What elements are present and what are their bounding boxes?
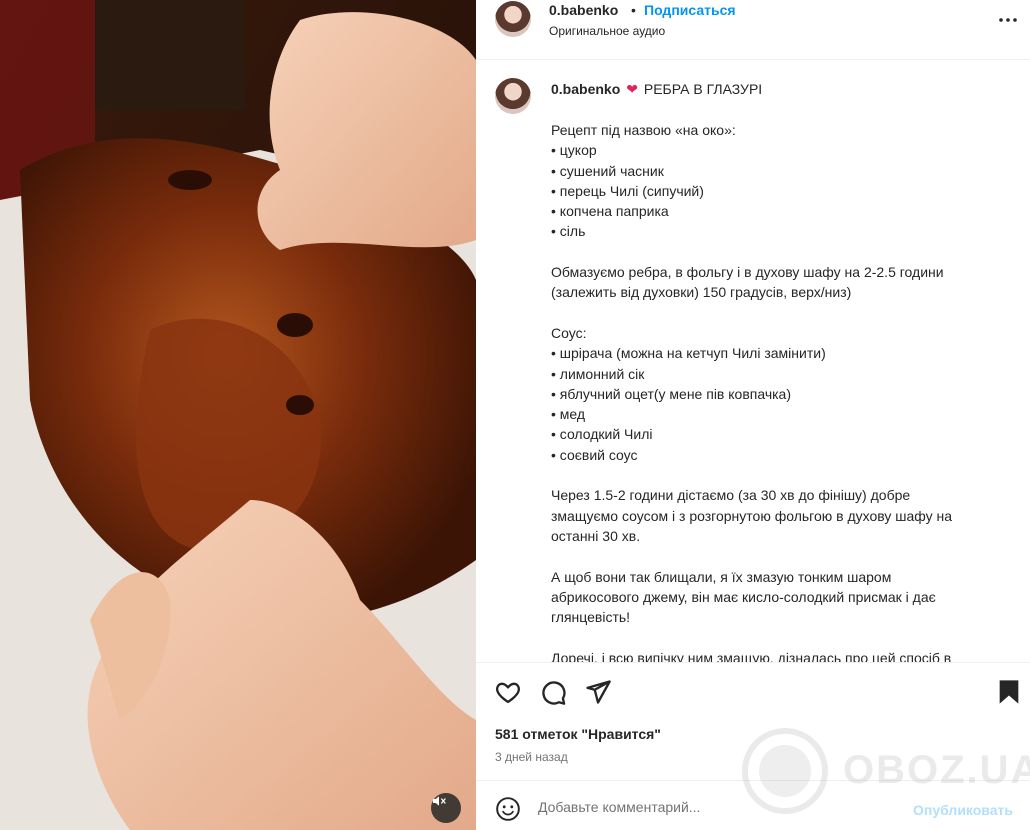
mute-button[interactable] (431, 793, 461, 823)
more-horizontal-icon[interactable] (996, 8, 1020, 32)
send-icon[interactable] (584, 678, 612, 706)
post-header: 0.babenko • Подписаться Оригинальное ауд… (476, 0, 1030, 60)
comment-input[interactable] (538, 795, 898, 819)
emoji-icon[interactable] (495, 796, 521, 822)
post-timestamp[interactable]: 3 дней назад (495, 750, 568, 764)
caption-header: 0.babenko ❤ РЕБРА В ГЛАЗУРІ (551, 81, 762, 98)
heart-emoji: ❤ (626, 81, 638, 97)
follow-button[interactable]: Подписаться (644, 2, 736, 18)
heart-icon[interactable] (494, 678, 522, 706)
username-link[interactable]: 0.babenko (549, 2, 618, 18)
actions-section: 581 отметок "Нравится" 3 дней назад (476, 662, 1030, 780)
likes-count[interactable]: 581 отметок "Нравится" (495, 726, 661, 742)
avatar[interactable] (495, 1, 531, 37)
comment-bar: Опубликовать (476, 780, 1030, 830)
caption-section: 0.babenko ❤ РЕБРА В ГЛАЗУРІ Рецепт під на… (476, 61, 1030, 662)
publish-button[interactable]: Опубликовать (913, 802, 1013, 818)
post-details-panel: 0.babenko • Подписаться Оригинальное ауд… (476, 0, 1030, 830)
bookmark-icon[interactable] (995, 678, 1023, 706)
caption-text: Рецепт під назвою «на око»: • цукор • су… (551, 122, 953, 662)
audio-link[interactable]: Оригинальное аудио (549, 24, 665, 38)
speaker-muted-icon (433, 796, 446, 806)
avatar[interactable] (495, 78, 531, 114)
separator-dot: • (631, 2, 636, 18)
food-photo (0, 0, 476, 830)
caption-title: РЕБРА В ГЛАЗУРІ (643, 81, 763, 97)
comment-icon[interactable] (539, 678, 567, 706)
post-media[interactable] (0, 0, 476, 830)
caption-username[interactable]: 0.babenko (551, 81, 620, 97)
